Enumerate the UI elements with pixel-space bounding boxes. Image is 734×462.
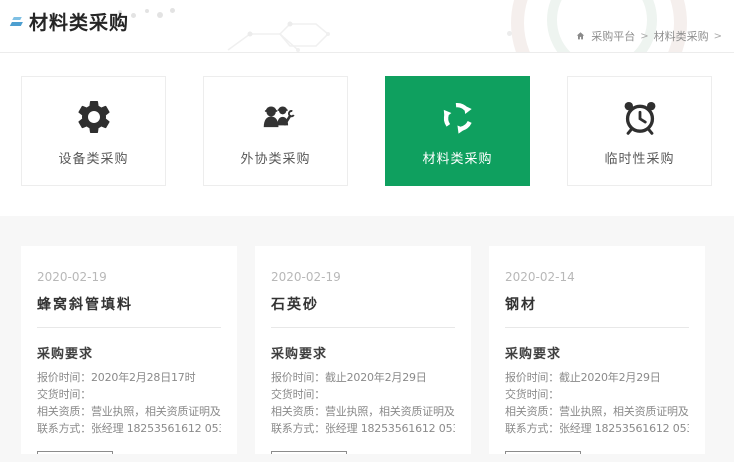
- quote-time-line: 报价时间：截止2020年2月29日: [271, 369, 455, 386]
- divider: [271, 327, 455, 328]
- recycle-icon: [438, 95, 478, 139]
- divider: [505, 327, 689, 328]
- delivery-time-line: 交货时间：: [505, 386, 689, 403]
- detail-button[interactable]: 采购详单: [37, 451, 113, 454]
- decor-dot: [145, 9, 149, 13]
- breadcrumb-current[interactable]: 材料类采购: [654, 28, 709, 44]
- category-card-materials[interactable]: 材料类采购: [385, 76, 530, 186]
- alarm-clock-icon: [619, 95, 661, 139]
- decor-hexagon-pattern: [226, 21, 334, 52]
- listing-details: 报价时间：截止2020年2月29日 交货时间： 相关资质：营业执照，相关资质证明…: [271, 369, 455, 437]
- category-label: 临时性采购: [604, 148, 674, 167]
- decor-dot: [157, 12, 163, 18]
- decor-circle-inner: [547, 0, 657, 53]
- listing-card-1: 2020-02-19 蜂窝斜管填料 采购要求 报价时间：2020年2月28日17…: [21, 246, 237, 454]
- contact-line: 联系方式：张经理 18253561612 0535-8012972: [37, 420, 221, 437]
- breadcrumb-separator: >: [714, 31, 722, 42]
- quote-time-line: 报价时间：截止2020年2月29日: [505, 369, 689, 386]
- listing-title: 石英砂: [271, 294, 455, 314]
- breadcrumb-separator: >: [640, 31, 648, 42]
- detail-button[interactable]: 采购详单: [271, 451, 347, 454]
- detail-button[interactable]: 采购详单: [505, 451, 581, 454]
- category-label: 材料类采购: [422, 148, 492, 167]
- page: 材料类采购 采购平台 > 材料类采购 > 设备类采购: [0, 0, 734, 461]
- qualification-line: 相关资质：营业执照，相关资质证明及业绩清单等: [505, 403, 689, 420]
- decor-dot: [170, 8, 175, 13]
- qualification-line: 相关资质：营业执照，相关资质证明及业绩清单等: [271, 403, 455, 420]
- decor-dot: [131, 13, 136, 18]
- decor-circle-outer: [511, 0, 687, 53]
- contact-line: 联系方式：张经理 18253561612 0535-8012972: [505, 420, 689, 437]
- category-card-temporary[interactable]: 临时性采购: [567, 76, 712, 186]
- delivery-time-line: 交货时间：: [37, 386, 221, 403]
- breadcrumb-home[interactable]: 采购平台: [591, 28, 635, 44]
- category-card-outsourcing[interactable]: 外协类采购: [203, 76, 348, 186]
- category-label: 外协类采购: [240, 148, 310, 167]
- requirements-heading: 采购要求: [37, 343, 221, 362]
- listing-title: 钢材: [505, 294, 689, 314]
- quote-time-line: 报价时间：2020年2月28日17时: [37, 369, 221, 386]
- delivery-time-line: 交货时间：: [271, 386, 455, 403]
- decor-dot: [507, 31, 512, 36]
- contact-line: 联系方式：张经理 18253561612 0535-8012972: [271, 420, 455, 437]
- workers-icon: [255, 95, 297, 139]
- home-icon: [575, 31, 586, 41]
- listing-details: 报价时间：截止2020年2月29日 交货时间： 相关资质：营业执照，相关资质证明…: [505, 369, 689, 437]
- breadcrumb: 采购平台 > 材料类采购 >: [575, 28, 722, 44]
- listing-date: 2020-02-14: [505, 270, 689, 284]
- category-card-equipment[interactable]: 设备类采购: [21, 76, 166, 186]
- category-label: 设备类采购: [58, 148, 128, 167]
- listing-card-3: 2020-02-14 钢材 采购要求 报价时间：截止2020年2月29日 交货时…: [489, 246, 705, 454]
- listing-details: 报价时间：2020年2月28日17时 交货时间： 相关资质：营业执照，相关资质证…: [37, 369, 221, 437]
- listings-section: 2020-02-19 蜂窝斜管填料 采购要求 报价时间：2020年2月28日17…: [0, 216, 734, 462]
- title-wrap: 材料类采购: [9, 8, 129, 35]
- requirements-heading: 采购要求: [505, 343, 689, 362]
- title-marker-icon: [9, 14, 23, 30]
- divider: [37, 327, 221, 328]
- listing-title: 蜂窝斜管填料: [37, 294, 221, 314]
- listing-card-2: 2020-02-19 石英砂 采购要求 报价时间：截止2020年2月29日 交货…: [255, 246, 471, 454]
- page-title: 材料类采购: [29, 8, 129, 35]
- listing-date: 2020-02-19: [37, 270, 221, 284]
- page-header: 材料类采购 采购平台 > 材料类采购 >: [0, 0, 734, 53]
- gear-icon: [74, 95, 114, 139]
- requirements-heading: 采购要求: [271, 343, 455, 362]
- category-row: 设备类采购: [0, 53, 734, 216]
- listing-date: 2020-02-19: [271, 270, 455, 284]
- qualification-line: 相关资质：营业执照，相关资质证明及业绩清单等: [37, 403, 221, 420]
